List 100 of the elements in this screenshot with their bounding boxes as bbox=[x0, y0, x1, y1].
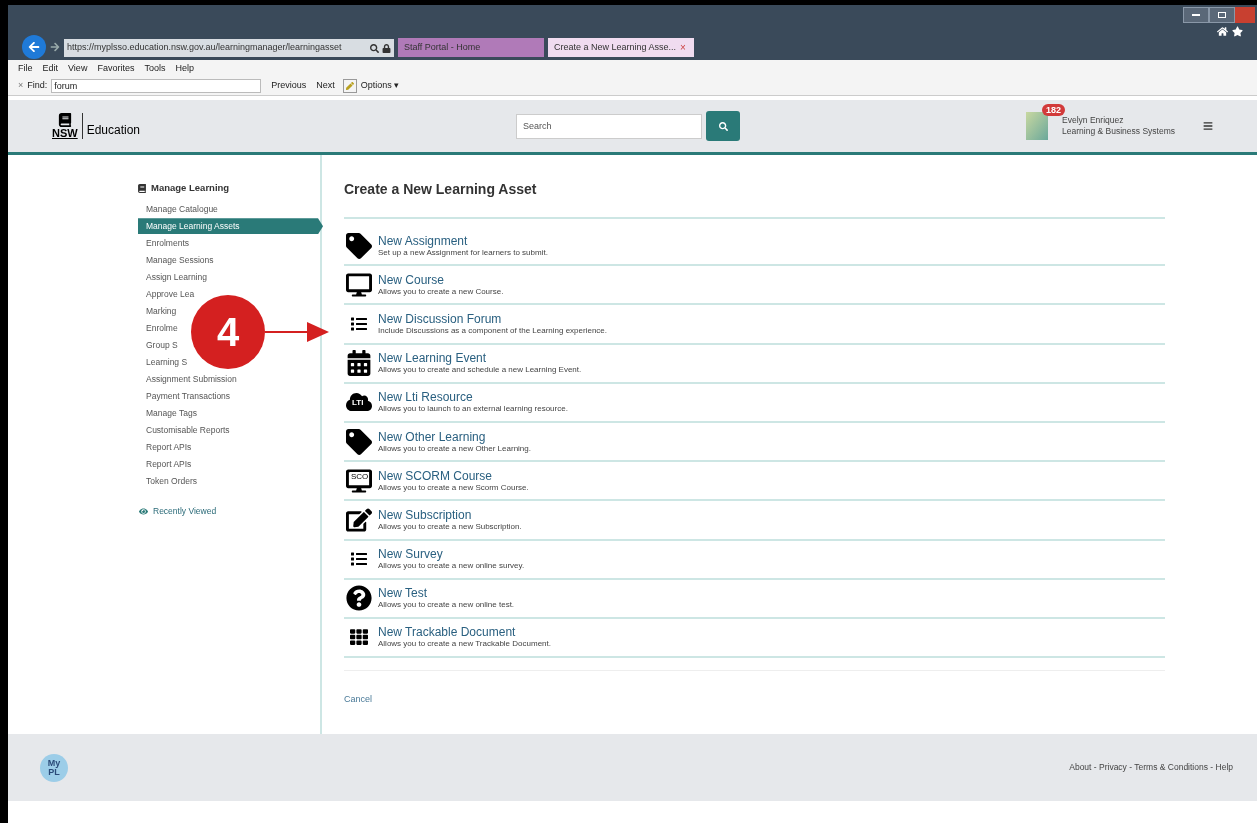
maximize-icon[interactable] bbox=[1209, 7, 1235, 23]
sidebar-item[interactable]: Report APIs bbox=[138, 439, 192, 456]
asset-description: Allows you to create a new Course. bbox=[378, 286, 504, 297]
question-icon bbox=[346, 585, 372, 612]
asset-option[interactable]: New Test Allows you to create a new online test. bbox=[344, 579, 1165, 619]
menu-item[interactable]: Tools bbox=[144, 62, 166, 76]
search-field[interactable]: Search bbox=[516, 113, 703, 139]
sidebar-item[interactable]: Customisable Reports bbox=[138, 422, 230, 439]
calendar-icon bbox=[346, 350, 372, 377]
asset-option[interactable]: New Other Learning Allows you to create a new Other Learning. bbox=[344, 422, 1165, 463]
back-button[interactable] bbox=[22, 35, 46, 59]
sidebar-item[interactable]: Payment Transactions bbox=[138, 388, 231, 405]
options-button[interactable]: Options ▾ bbox=[360, 79, 400, 93]
sidebar-item[interactable]: Marking bbox=[138, 303, 177, 320]
find-button[interactable]: Next bbox=[316, 79, 335, 93]
search-icon bbox=[718, 121, 728, 131]
notification-badge[interactable]: 182 bbox=[1042, 104, 1066, 116]
asset-description: Allows you to create a new Other Learning. bbox=[378, 443, 531, 454]
search-icon[interactable] bbox=[370, 43, 379, 53]
asset-option[interactable]: New Course Allows you to create a new Course. bbox=[344, 266, 1165, 306]
address-bar[interactable]: https://myplsso.education.nsw.gov.au/learningmanager/learningasset bbox=[64, 39, 394, 57]
cancel-link[interactable]: Cancel bbox=[344, 694, 372, 705]
mypl-logo: My PL bbox=[40, 753, 68, 782]
forward-icon[interactable] bbox=[50, 42, 60, 52]
notepad-icon bbox=[346, 506, 372, 533]
menu-item[interactable]: View bbox=[68, 62, 88, 76]
browser-tab[interactable]: Staff Portal - Home bbox=[398, 38, 544, 57]
asset-title[interactable]: New SCORM Course bbox=[378, 468, 529, 483]
asset-option[interactable]: SCO New SCORM Course Allows you to create a new Scorm Course. bbox=[344, 462, 1165, 502]
sidebar-item[interactable]: Enrolments bbox=[138, 235, 189, 252]
asset-description: Allows you to create a new Subscription. bbox=[378, 521, 522, 532]
sidebar-item[interactable]: Assignment Submission bbox=[138, 371, 237, 388]
asset-title[interactable]: New Learning Event bbox=[378, 351, 582, 366]
list-icon bbox=[351, 315, 367, 332]
sidebar-item[interactable]: Group S bbox=[138, 337, 178, 354]
eye-icon bbox=[139, 507, 148, 517]
sidebar-item[interactable]: Manage Learning Assets bbox=[138, 218, 323, 235]
sidebar-item[interactable]: Manage Tags bbox=[138, 405, 197, 422]
menu-icon[interactable] bbox=[1203, 121, 1213, 131]
asset-option[interactable]: New Discussion Forum Include Discussions as a component of the Learning experience. bbox=[344, 305, 1165, 345]
asset-option[interactable]: LTI New Lti Resource Allows you to launch to an external learning resource. bbox=[344, 383, 1165, 423]
asset-title[interactable]: New Other Learning bbox=[378, 429, 531, 444]
recently-viewed-link[interactable]: Recently Viewed bbox=[153, 505, 217, 518]
asset-description: Allows you to launch to an external learning resource. bbox=[378, 404, 568, 415]
sidebar-item[interactable]: Token Orders bbox=[138, 473, 198, 490]
user-name[interactable]: Evelyn Enriquez bbox=[1062, 115, 1175, 126]
tag-icon bbox=[346, 428, 372, 455]
book-icon bbox=[138, 183, 146, 193]
asset-option[interactable]: New Survey Allows you to create a new online survey. bbox=[344, 540, 1165, 580]
sidebar-item[interactable]: Enrolme bbox=[138, 320, 178, 337]
sidebar-item[interactable]: Report APIs bbox=[138, 456, 192, 473]
home-icon[interactable] bbox=[1217, 26, 1228, 37]
menu-item[interactable]: File bbox=[18, 62, 33, 76]
pen-icon[interactable] bbox=[342, 78, 357, 93]
asset-description: Allows you to create and schedule a new Learning Event. bbox=[378, 365, 582, 376]
asset-option[interactable]: New Trackable Document Allows you to create a new Trackable Document. bbox=[344, 618, 1165, 659]
asset-description: Allows you to create a new online test. bbox=[378, 600, 515, 611]
asset-option[interactable]: New Subscription Allows you to create a new Subscription. bbox=[344, 501, 1165, 541]
logo-text: Education bbox=[86, 122, 141, 139]
asset-description: Allows you to create a new online survey. bbox=[378, 561, 525, 572]
close-tab-icon[interactable]: × bbox=[680, 40, 686, 55]
arrow-drawing bbox=[265, 322, 329, 342]
monitor-icon bbox=[346, 271, 372, 298]
find-field[interactable]: forum bbox=[51, 78, 262, 93]
search-button[interactable] bbox=[706, 111, 741, 141]
sidebar-item[interactable]: Manage Sessions bbox=[138, 252, 214, 269]
asset-title[interactable]: New Course bbox=[378, 272, 504, 287]
sidebar-item[interactable]: Assign Learning bbox=[138, 269, 207, 286]
menu-item[interactable]: Help bbox=[175, 62, 194, 76]
footer-links[interactable]: About - Privacy - Terms & Conditions - Help bbox=[1069, 761, 1233, 774]
tag-icon bbox=[346, 232, 372, 259]
sidebar-item[interactable]: Manage Catalogue bbox=[138, 201, 218, 218]
monitor-icon: SCO bbox=[346, 467, 372, 494]
asset-title[interactable]: New Survey bbox=[378, 547, 525, 562]
minimize-icon[interactable] bbox=[1183, 7, 1209, 23]
asset-option[interactable]: New Assignment Set up a new Assignment for learners to submit. bbox=[344, 227, 1165, 267]
sidebar-item[interactable]: Learning S bbox=[138, 354, 188, 371]
asset-description: Include Discussions as a component of the Learning experience. bbox=[378, 325, 608, 336]
menu-item[interactable]: Favorites bbox=[97, 62, 135, 76]
asset-title[interactable]: New Subscription bbox=[378, 507, 522, 522]
blocks-icon bbox=[350, 628, 368, 647]
asset-description: Allows you to create a new Scorm Course. bbox=[378, 482, 529, 493]
asset-title[interactable]: New Discussion Forum bbox=[378, 311, 608, 326]
asset-option[interactable]: New Learning Event Allows you to create and schedule a new Learning Event. bbox=[344, 344, 1165, 384]
avatar-placeholder bbox=[1026, 112, 1049, 140]
star-icon[interactable] bbox=[1232, 26, 1243, 37]
logo-mark: NSW bbox=[52, 127, 78, 139]
find-button[interactable]: Previous bbox=[271, 79, 307, 93]
asset-title[interactable]: New Trackable Document bbox=[378, 625, 551, 640]
asset-title[interactable]: New Assignment bbox=[378, 233, 548, 248]
sidebar-title: Manage Learning bbox=[151, 181, 230, 195]
asset-description: Set up a new Assignment for learners to submit. bbox=[378, 247, 548, 258]
asset-title[interactable]: New Test bbox=[378, 586, 515, 601]
find-label: Find: bbox=[27, 79, 48, 92]
close-find-icon[interactable]: × bbox=[18, 79, 24, 93]
back-arrow-icon bbox=[28, 41, 40, 53]
lock-icon bbox=[382, 43, 391, 53]
browser-tab[interactable]: Create a New Learning Asse... × bbox=[548, 38, 694, 57]
asset-title[interactable]: New Lti Resource bbox=[378, 390, 568, 405]
menu-item[interactable]: Edit bbox=[42, 62, 59, 76]
